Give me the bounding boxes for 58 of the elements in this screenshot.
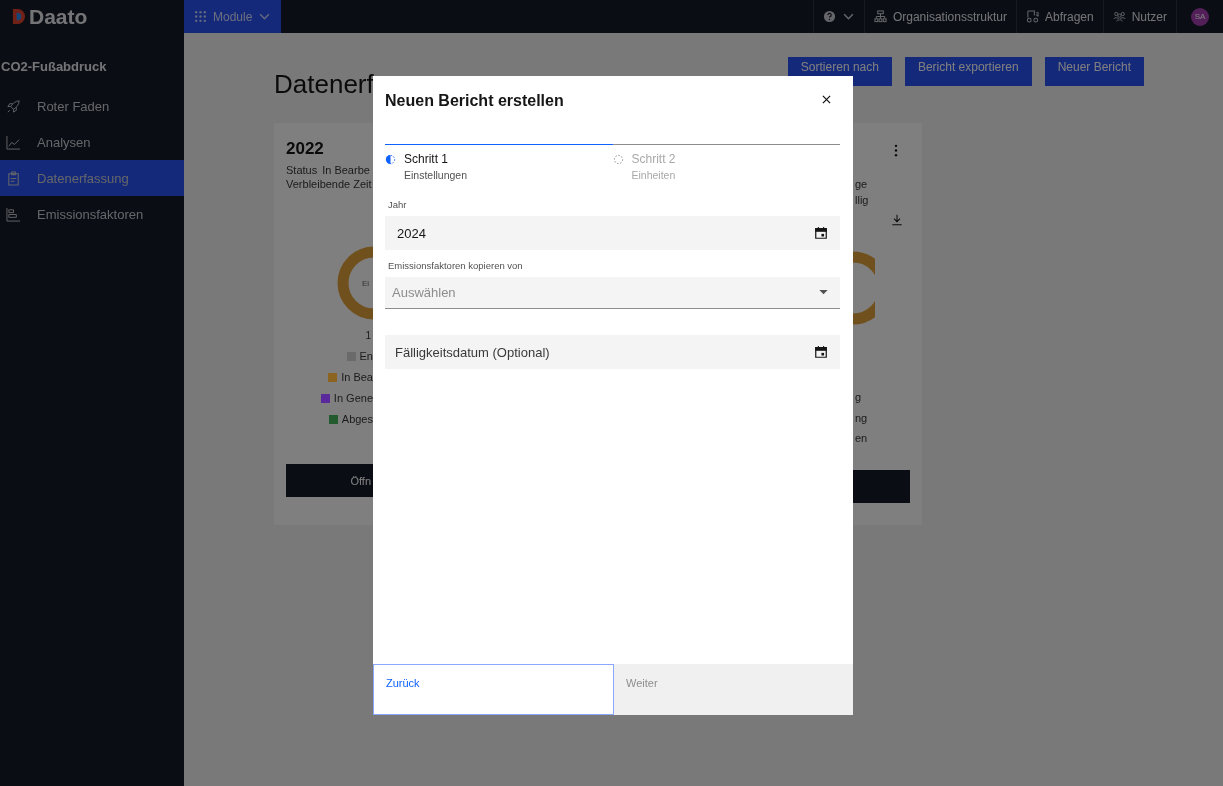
sidebar-item[interactable]: Analysen: [0, 124, 184, 160]
year-field[interactable]: 2024: [385, 216, 840, 250]
header-button[interactable]: Bericht exportieren: [904, 57, 1032, 86]
sidebar-item[interactable]: Datenerfassung: [0, 160, 184, 196]
status-value: In Bearbe: [322, 164, 370, 176]
avatar: SA: [1191, 7, 1209, 26]
bar-chart-icon: [6, 206, 21, 222]
sidebar-item[interactable]: Roter Faden: [0, 88, 184, 124]
clipboard-icon: [6, 170, 21, 186]
legend-label: In Bea: [341, 371, 373, 383]
donut-footer-text: 1: [364, 330, 371, 341]
progress-step[interactable]: Schritt 2 Einheiten: [612, 144, 840, 181]
download-icon[interactable]: [891, 214, 903, 226]
legend-label: g: [855, 390, 863, 405]
legend-label: ng: [855, 410, 868, 426]
users-icon: [1112, 10, 1126, 23]
legend-label: En: [359, 350, 373, 362]
line-chart-icon: [6, 134, 21, 150]
close-icon[interactable]: [822, 95, 831, 104]
field-label: Jahr: [388, 199, 408, 210]
status-label: Status: [286, 164, 318, 176]
calendar-icon: [814, 226, 828, 240]
step-title: Schritt 2: [631, 152, 676, 166]
progress-step[interactable]: Schritt 1 Einstellungen: [385, 144, 613, 181]
card-text: llig: [855, 193, 869, 208]
step-subtitle: Einheiten: [631, 169, 676, 181]
sidebar-title: CO2-Fußabdruck: [1, 58, 108, 76]
card-year: 2022: [286, 139, 325, 159]
caret-icon: [819, 290, 828, 295]
logo-text: Daato: [29, 4, 88, 29]
grid-icon: [194, 10, 207, 23]
half-circle-icon: [385, 154, 396, 165]
dashed-circle-icon: [612, 154, 624, 165]
logo[interactable]: Daato: [0, 0, 184, 33]
header-button[interactable]: Neuer Bericht: [1044, 57, 1144, 86]
open-button[interactable]: Öffn: [286, 464, 373, 497]
field-label: Emissionsfaktoren kopieren von: [388, 260, 524, 271]
legend-label: en: [855, 431, 868, 446]
remaining-time-label: Verbleibende Zeit: [286, 178, 373, 190]
calendar-icon: [814, 345, 828, 359]
overflow-menu-icon[interactable]: [894, 144, 898, 157]
step-title: Schritt 1: [404, 152, 449, 166]
date-field[interactable]: Fälligkeitsdatum (Optional): [385, 335, 840, 369]
dropdown[interactable]: Auswählen: [385, 277, 840, 309]
rocket-icon: [6, 98, 21, 114]
card-text: ge: [855, 177, 869, 192]
module-menu[interactable]: Module: [184, 0, 282, 33]
document-arrows-icon: [1025, 10, 1039, 23]
sidebar-item[interactable]: Emissionsfaktoren: [0, 196, 184, 232]
modal-title: Neuen Bericht erstellen: [385, 92, 564, 111]
legend-label: Abges: [341, 413, 373, 425]
open-button[interactable]: [853, 469, 910, 503]
step-subtitle: Einstellungen: [404, 169, 468, 181]
help-icon: [822, 10, 836, 23]
logo-icon: [12, 8, 25, 25]
legend-label: In Gene: [333, 392, 373, 404]
footer-button[interactable]: Zurück: [373, 664, 614, 715]
hierarchy-icon: [873, 10, 887, 23]
